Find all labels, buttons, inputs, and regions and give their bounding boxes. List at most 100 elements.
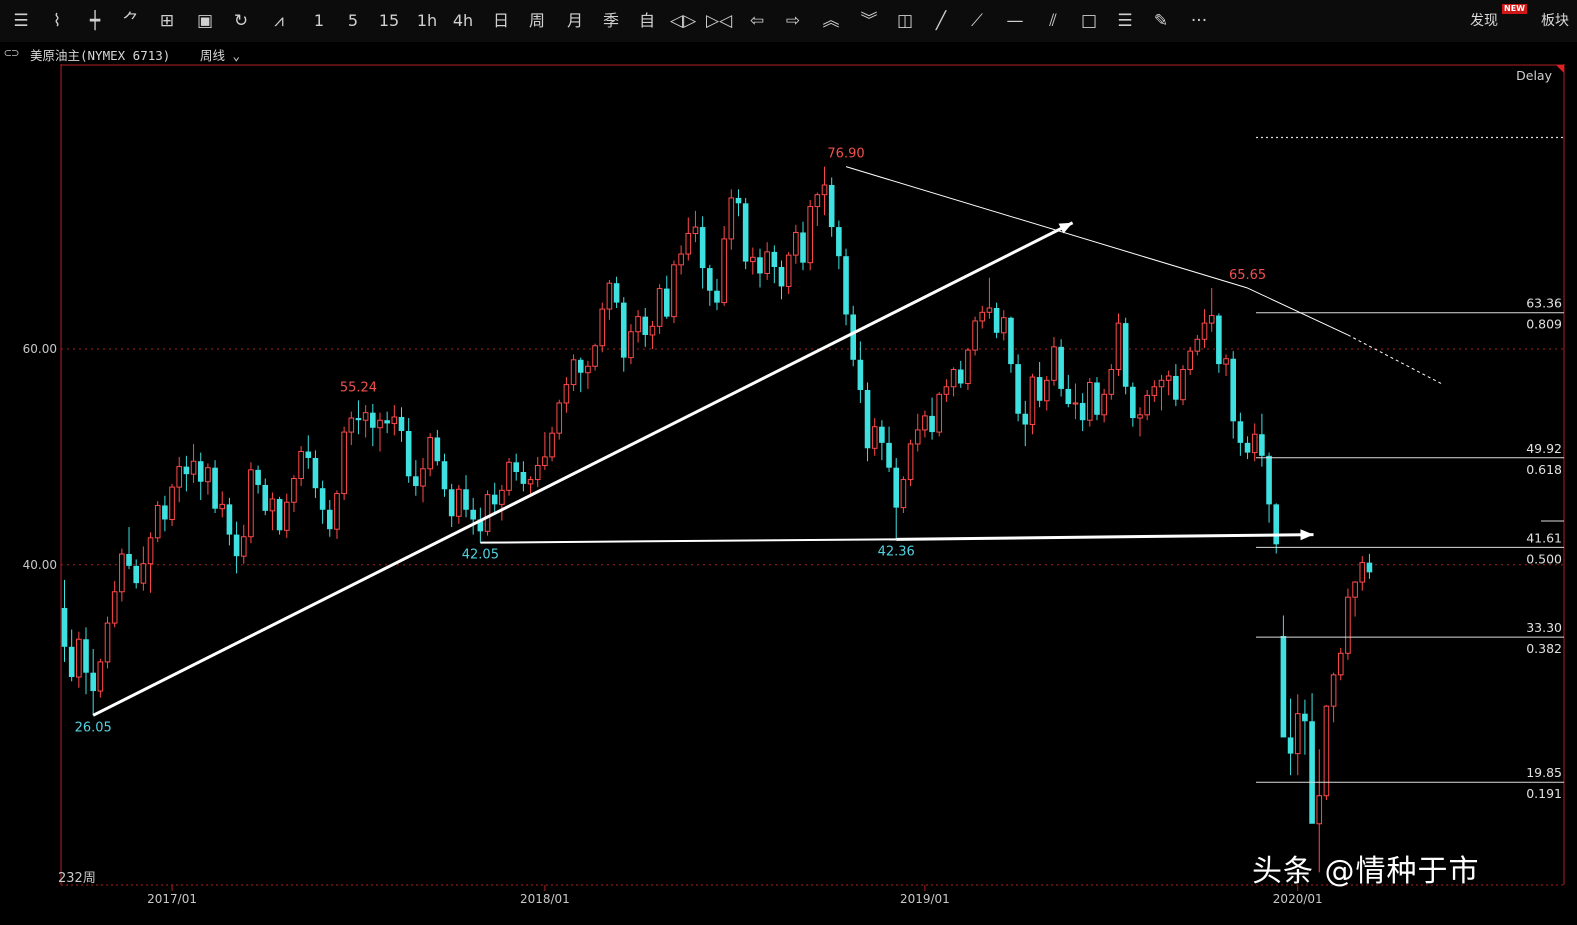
candle-body: [613, 283, 620, 303]
candle-body: [1266, 455, 1272, 505]
zoom-out-icon[interactable]: ▷◁: [706, 8, 732, 34]
candle-body: [628, 331, 634, 359]
symbol-label[interactable]: 美原油主(NYMEX 6713): [30, 45, 170, 64]
candle-body: [1208, 315, 1215, 324]
candle-body: [1158, 379, 1165, 388]
y-tick-label: 40.00: [23, 558, 57, 572]
candle-body: [1302, 713, 1308, 722]
candle-body: [993, 307, 1000, 333]
period-month-button[interactable]: 月: [562, 8, 588, 34]
candle-body: [1008, 317, 1014, 365]
period-1-button[interactable]: 1: [306, 8, 332, 34]
candle-body: [750, 256, 756, 263]
candle-body: [1079, 402, 1086, 421]
toolbar: ☰ ⌇ ┿ ⺈ ⊞ ▣ ↻ ⩘ 1 5 15 1h 4h 日周月季自 ◁▷ ▷◁ ⇦ ⇨ ︽ ︾ ◫ ╱ ⟋ — ⫽ □ ☰ ✎ ···…: [0, 0, 1577, 43]
candle-body: [893, 467, 900, 508]
right-arrow-icon[interactable]: ⇨: [780, 8, 806, 34]
line-chart-icon[interactable]: ⌇: [44, 8, 70, 34]
candle-body: [326, 509, 333, 530]
candle-body: [1352, 581, 1358, 598]
line-tool-icon[interactable]: ╱: [928, 8, 954, 34]
candle-body: [728, 197, 735, 240]
candle-body: [298, 451, 304, 479]
draw-chart-icon[interactable]: ⩘: [266, 8, 292, 34]
candle-body: [1137, 414, 1143, 419]
candle-body: [699, 227, 706, 269]
down-icon[interactable]: ︾: [856, 8, 882, 34]
candle-body: [1259, 434, 1265, 456]
fib-price-label: 49.92: [1526, 441, 1562, 456]
candle-icon[interactable]: ┿: [82, 8, 108, 34]
rect-tool-icon[interactable]: □: [1076, 8, 1102, 34]
corner-marker: [1556, 65, 1564, 73]
up-icon[interactable]: ︽: [818, 8, 844, 34]
candle-body: [1223, 358, 1229, 365]
candle-body: [269, 498, 276, 512]
trend-line: [1347, 334, 1442, 384]
period-week-button[interactable]: 周: [524, 8, 550, 34]
candle-body: [312, 457, 319, 489]
pen-tool-icon[interactable]: ✎: [1148, 8, 1174, 34]
candle-body: [886, 442, 892, 468]
info-bar: ⊂⊃ 美原油主(NYMEX 6713) 周线 ⌄: [0, 42, 1577, 64]
candle-body: [800, 232, 806, 263]
candle-body: [348, 417, 355, 433]
link-icon[interactable]: ⊂⊃: [4, 45, 19, 60]
period-season-button[interactable]: 季: [598, 8, 624, 34]
candle-body: [334, 493, 340, 530]
candle-body: [169, 486, 175, 520]
more-icon[interactable]: ···: [1186, 8, 1212, 34]
candle-body: [1115, 322, 1122, 371]
period-15-button[interactable]: 15: [376, 8, 402, 34]
period-1h-button[interactable]: 1h: [414, 8, 440, 34]
refresh-icon[interactable]: ↻: [228, 8, 254, 34]
hline-tool-icon[interactable]: —: [1002, 8, 1028, 34]
fib-price-label: 19.85: [1526, 765, 1562, 780]
candle-body: [470, 509, 476, 520]
left-arrow-icon[interactable]: ⇦: [744, 8, 770, 34]
board-button[interactable]: 板块: [1541, 10, 1569, 30]
candle-body: [83, 639, 89, 673]
candle-body: [957, 369, 964, 384]
candle-body: [1094, 382, 1100, 415]
tick-chart-icon[interactable]: ⺈: [118, 8, 144, 34]
candlestick-chart[interactable]: 40.00 60.00 2017/01 2018/01 2019/01 2020/01 63…: [0, 64, 1577, 925]
zoom-in-icon[interactable]: ◁▷: [670, 8, 696, 34]
price-label: 42.36: [878, 544, 915, 559]
layout-icon[interactable]: ◫: [892, 8, 918, 34]
fib-price-label: 41.61: [1526, 530, 1562, 545]
candle-body: [119, 553, 125, 593]
fib-tool-icon[interactable]: ☰: [1112, 8, 1138, 34]
list-icon[interactable]: ☰: [8, 8, 34, 34]
candle-body: [1058, 346, 1064, 389]
save-icon[interactable]: ▣: [192, 8, 218, 34]
candle-body: [900, 479, 907, 509]
trend-line: [845, 166, 1248, 289]
candle-body: [1330, 674, 1337, 707]
fib-price-label: 33.30: [1526, 620, 1562, 635]
discover-button[interactable]: 发现: [1470, 10, 1498, 30]
candle-body: [663, 288, 670, 317]
kline-icon[interactable]: ⊞: [154, 8, 180, 34]
candle-body: [549, 432, 555, 458]
x-tick-label: 2017/01: [147, 892, 197, 906]
bar-count-label: 232周: [58, 871, 96, 886]
period-5-button[interactable]: 5: [340, 8, 366, 34]
candle-body: [1359, 562, 1366, 583]
price-label: 26.05: [75, 720, 112, 735]
period-dropdown[interactable]: 周线 ⌄: [200, 45, 240, 64]
candle-body: [413, 476, 419, 487]
candle-body: [1065, 388, 1072, 405]
x-tick-label: 2020/01: [1273, 892, 1323, 906]
candle-body: [714, 290, 720, 303]
candle-body: [1345, 596, 1351, 654]
ray-tool-icon[interactable]: ⟋: [964, 8, 990, 34]
candle-body: [1294, 713, 1301, 755]
period-4h-button[interactable]: 4h: [450, 8, 476, 34]
period-day-button[interactable]: 日: [488, 8, 514, 34]
candle-body: [162, 505, 168, 520]
channel-tool-icon[interactable]: ⫽: [1040, 8, 1066, 34]
x-tick-label: 2018/01: [520, 892, 570, 906]
period-custom-button[interactable]: 自: [634, 8, 660, 34]
candle-body: [563, 384, 570, 404]
